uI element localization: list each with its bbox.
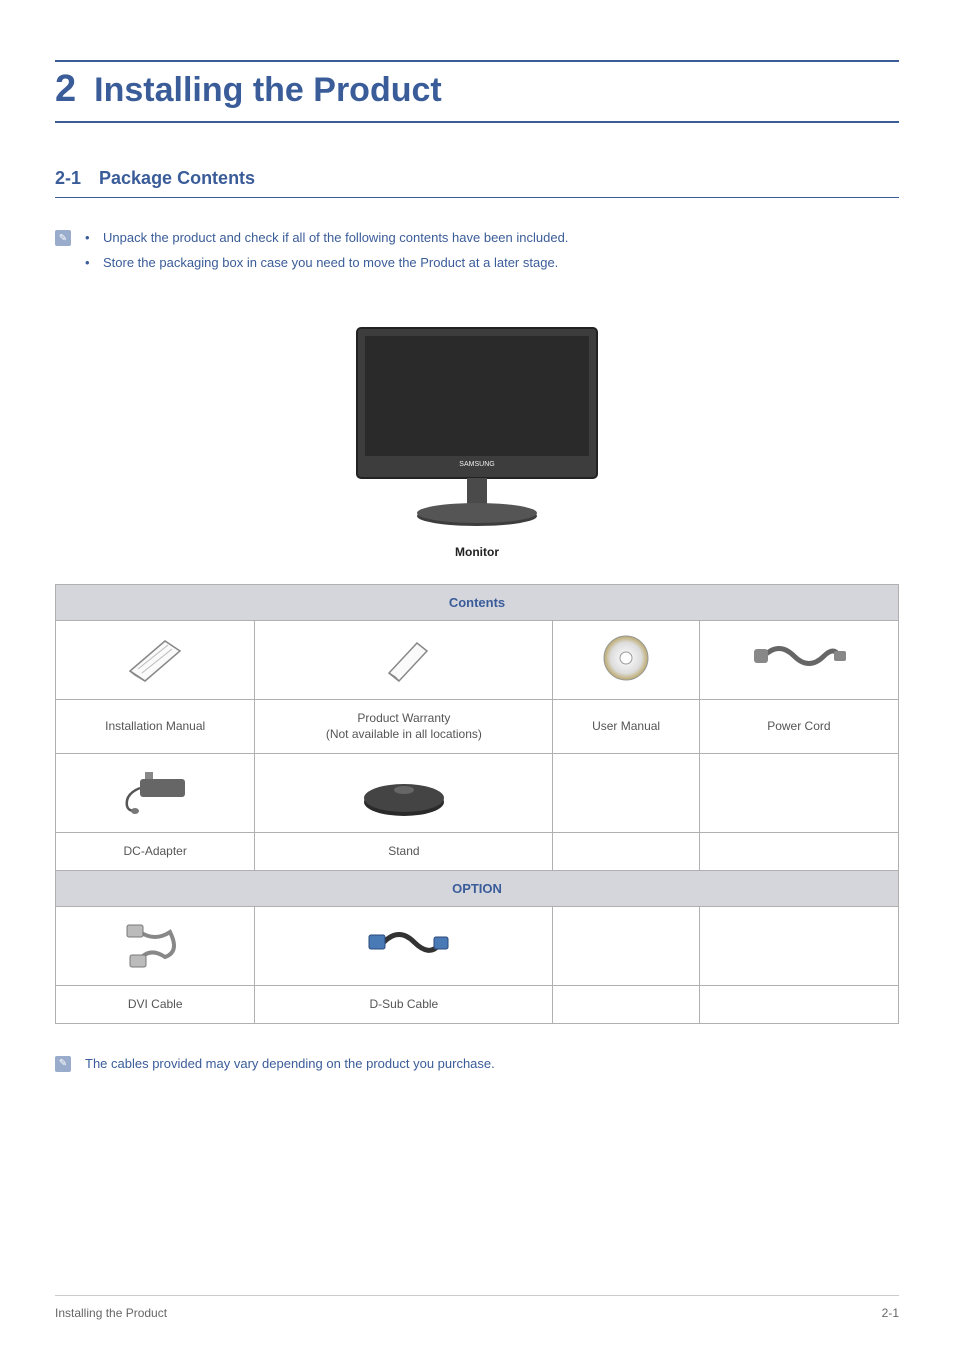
svg-text:SAMSUNG: SAMSUNG bbox=[459, 461, 494, 468]
product-warranty-image bbox=[255, 620, 553, 699]
empty-cell bbox=[553, 906, 699, 985]
section-header: 2-1 Package Contents bbox=[55, 168, 899, 198]
footer-right: 2-1 bbox=[882, 1306, 899, 1320]
note-item: Store the packaging box in case you need… bbox=[85, 253, 568, 274]
empty-cell bbox=[553, 754, 699, 833]
dvi-cable-label: DVI Cable bbox=[56, 985, 255, 1023]
dsub-cable-label: D-Sub Cable bbox=[255, 985, 553, 1023]
dvi-cable-image bbox=[56, 906, 255, 985]
stand-label: Stand bbox=[255, 833, 553, 871]
footer-left: Installing the Product bbox=[55, 1306, 167, 1320]
product-warranty-label: Product Warranty (Not available in all l… bbox=[255, 699, 553, 754]
empty-cell bbox=[699, 833, 898, 871]
user-manual-label: User Manual bbox=[553, 699, 699, 754]
monitor-image: SAMSUNG bbox=[327, 318, 627, 533]
note-icon: ✎ bbox=[55, 230, 71, 246]
empty-cell bbox=[553, 833, 699, 871]
stand-image bbox=[255, 754, 553, 833]
installation-manual-label: Installation Manual bbox=[56, 699, 255, 754]
dc-adapter-image bbox=[56, 754, 255, 833]
section-title-text: Package Contents bbox=[99, 168, 255, 189]
chapter-number: 2 bbox=[55, 68, 76, 111]
footnote-block: ✎ The cables provided may vary depending… bbox=[55, 1054, 899, 1075]
empty-cell bbox=[699, 754, 898, 833]
empty-cell bbox=[553, 985, 699, 1023]
empty-cell bbox=[699, 906, 898, 985]
chapter-header: 2 Installing the Product bbox=[55, 60, 899, 123]
footnote-text: The cables provided may vary depending o… bbox=[85, 1054, 495, 1075]
monitor-label: Monitor bbox=[55, 545, 899, 559]
chapter-title-text: Installing the Product bbox=[94, 71, 442, 110]
empty-cell bbox=[699, 985, 898, 1023]
dsub-cable-image bbox=[255, 906, 553, 985]
note-item: Unpack the product and check if all of t… bbox=[85, 228, 568, 249]
power-cord-label: Power Cord bbox=[699, 699, 898, 754]
monitor-figure: SAMSUNG Monitor bbox=[55, 318, 899, 559]
installation-manual-image bbox=[56, 620, 255, 699]
power-cord-image bbox=[699, 620, 898, 699]
option-header: OPTION bbox=[56, 870, 899, 906]
contents-header: Contents bbox=[56, 584, 899, 620]
note-block: ✎ Unpack the product and check if all of… bbox=[55, 228, 899, 278]
dc-adapter-label: DC-Adapter bbox=[56, 833, 255, 871]
contents-table: Contents bbox=[55, 584, 899, 1024]
note-icon: ✎ bbox=[55, 1056, 71, 1072]
section-number: 2-1 bbox=[55, 168, 81, 189]
page-footer: Installing the Product 2-1 bbox=[55, 1295, 899, 1320]
note-list: Unpack the product and check if all of t… bbox=[85, 228, 568, 278]
user-manual-image bbox=[553, 620, 699, 699]
